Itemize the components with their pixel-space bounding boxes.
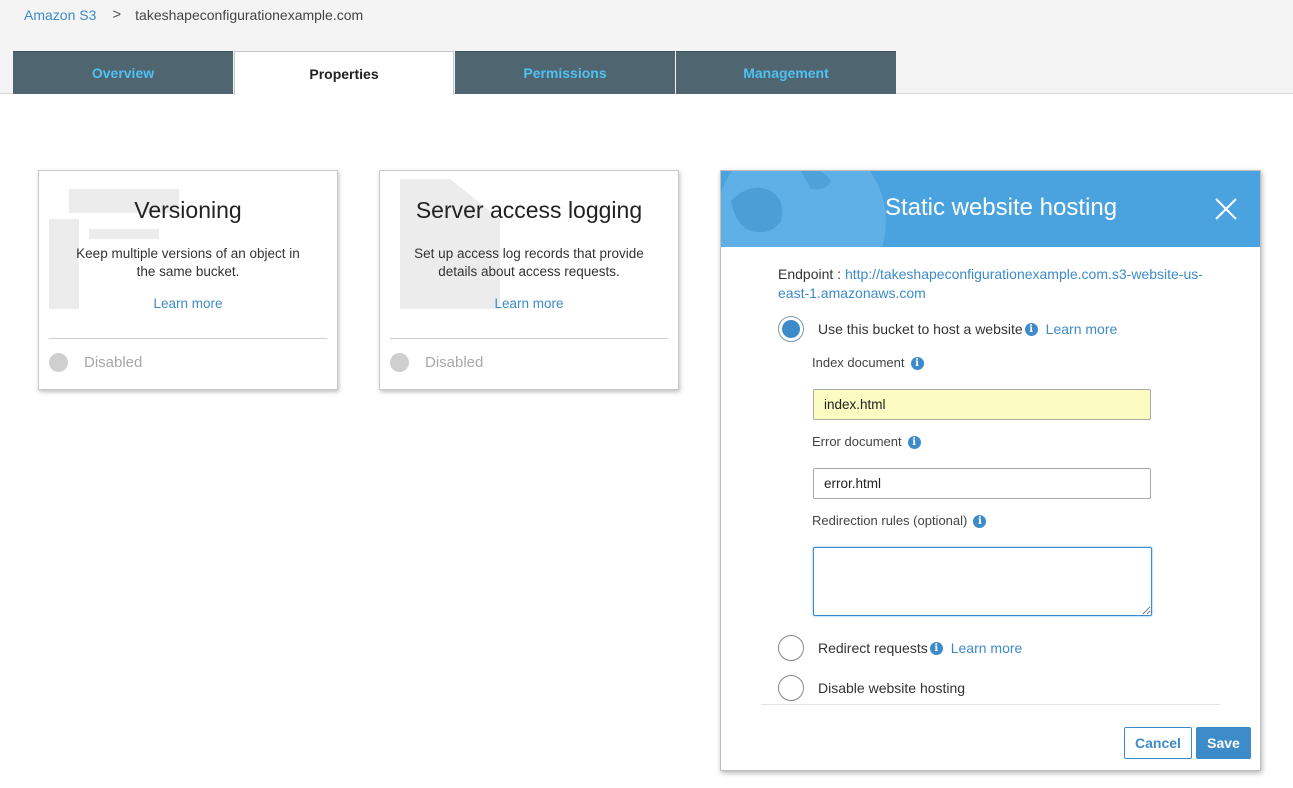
save-button[interactable]: Save — [1196, 727, 1251, 759]
panel-title-text: Static website hosting — [884, 194, 1118, 221]
host-website-option: Use this bucket to host a website i Lear… — [778, 316, 1117, 342]
logging-status-label: Disabled — [425, 354, 484, 371]
host-website-label[interactable]: Use this bucket to host a website — [818, 321, 1023, 337]
error-document-label: Error document i — [812, 434, 921, 449]
tab-management[interactable]: Management — [676, 51, 896, 94]
breadcrumb-amazon-s3-link[interactable]: Amazon S3 — [24, 7, 96, 23]
cancel-button[interactable]: Cancel — [1124, 727, 1192, 759]
top-bar: Amazon S3 > takeshapeconfigurationexampl… — [0, 0, 1293, 95]
redirection-rules-label-text: Redirection rules (optional) — [812, 513, 968, 528]
disable-hosting-option: Disable website hosting — [778, 675, 965, 701]
endpoint-label: Endpoint : — [778, 266, 845, 282]
logging-description: Set up access log records that provide d… — [414, 246, 644, 279]
disable-hosting-label[interactable]: Disable website hosting — [818, 680, 965, 696]
tab-permissions[interactable]: Permissions — [455, 51, 675, 94]
close-icon[interactable] — [1214, 197, 1238, 221]
redirection-rules-textarea[interactable] — [813, 547, 1152, 616]
panel-header: Static website hosting — [721, 171, 1260, 247]
breadcrumb-bucket-name: takeshapeconfigurationexample.com — [135, 6, 364, 23]
versioning-status: Disabled — [49, 353, 142, 372]
logging-learn-more-link[interactable]: Learn more — [380, 296, 678, 311]
server-access-logging-card[interactable]: Server access logging Set up access log … — [379, 170, 679, 390]
breadcrumb-separator: > — [112, 6, 122, 23]
redirect-requests-option: Redirect requests i Learn more — [778, 635, 1022, 661]
info-icon[interactable]: i — [910, 357, 924, 370]
versioning-description: Keep multiple versions of an object in t… — [76, 246, 300, 279]
info-icon[interactable]: i — [929, 641, 943, 655]
index-document-input[interactable] — [813, 389, 1151, 420]
info-icon[interactable]: i — [1024, 322, 1038, 336]
index-document-label-text: Index document — [812, 355, 905, 370]
tab-overview[interactable]: Overview — [13, 51, 233, 94]
versioning-learn-more-link[interactable]: Learn more — [39, 296, 337, 311]
card-divider — [390, 338, 668, 339]
status-dot-icon — [49, 353, 68, 372]
error-document-input[interactable] — [813, 468, 1151, 499]
redirection-rules-label: Redirection rules (optional) i — [812, 513, 987, 528]
index-document-label: Index document i — [812, 355, 924, 370]
card-divider — [49, 338, 327, 339]
endpoint: Endpoint : http://takeshapeconfiguration… — [778, 265, 1218, 303]
host-website-radio[interactable] — [778, 316, 804, 342]
redirect-requests-radio[interactable] — [778, 635, 804, 661]
redirect-requests-learn-more-link[interactable]: Learn more — [951, 640, 1023, 656]
tab-bar: Overview Properties Permissions Manageme… — [13, 51, 897, 95]
static-website-hosting-panel: Static website hosting Endpoint : http:/… — [720, 170, 1261, 771]
logging-title: Server access logging — [415, 197, 643, 223]
disable-hosting-radio[interactable] — [778, 675, 804, 701]
status-dot-icon — [390, 353, 409, 372]
info-icon[interactable]: i — [973, 515, 987, 528]
versioning-status-label: Disabled — [84, 354, 143, 371]
tab-properties[interactable]: Properties — [234, 51, 454, 95]
host-website-learn-more-link[interactable]: Learn more — [1046, 321, 1118, 337]
info-icon[interactable]: i — [907, 436, 921, 449]
breadcrumb: Amazon S3 > takeshapeconfigurationexampl… — [24, 6, 363, 23]
redirect-requests-label[interactable]: Redirect requests — [818, 640, 928, 656]
panel-footer-divider — [761, 704, 1220, 705]
versioning-title: Versioning — [134, 197, 242, 223]
panel-title: Static website hosting — [751, 194, 1251, 222]
logging-status: Disabled — [390, 353, 483, 372]
versioning-card[interactable]: Versioning Keep multiple versions of an … — [38, 170, 338, 390]
error-document-label-text: Error document — [812, 434, 902, 449]
